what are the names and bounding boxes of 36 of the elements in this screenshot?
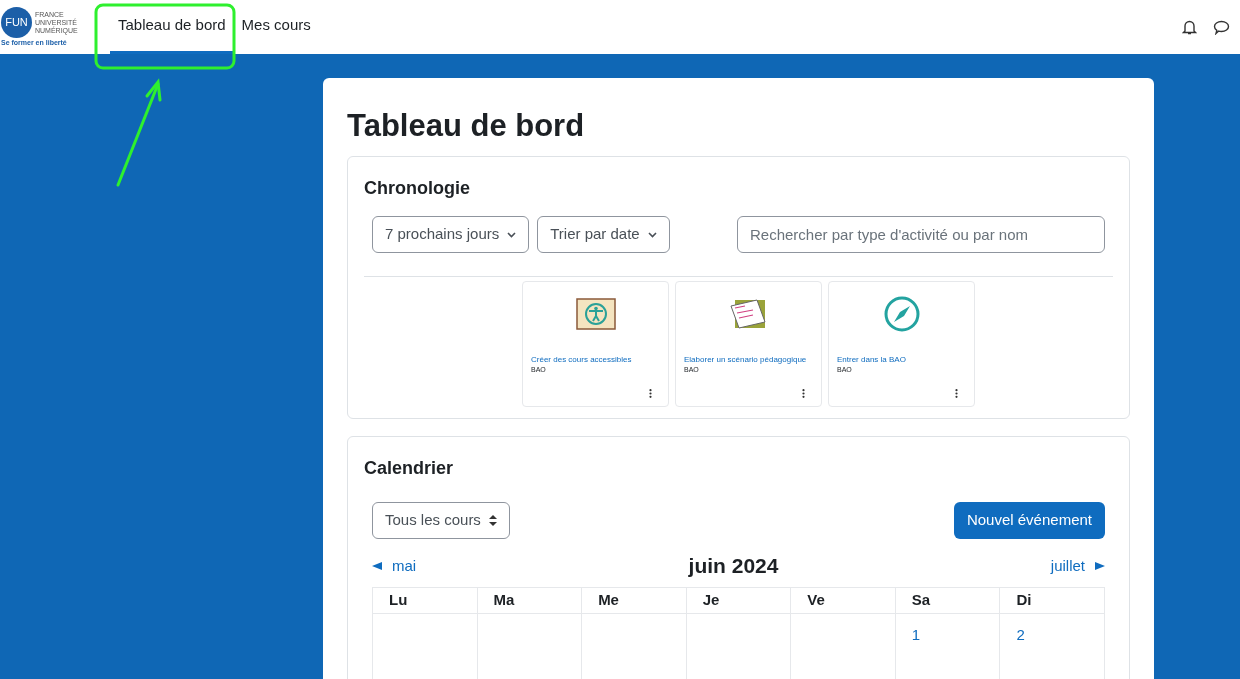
course-link[interactable]: Elaborer un scénario pédagogique — [684, 354, 813, 365]
more-options-icon[interactable] — [649, 389, 652, 398]
section-title: Chronologie — [364, 177, 471, 200]
more-options-icon[interactable] — [955, 389, 958, 398]
course-link[interactable]: Créer des cours accessibles — [531, 354, 660, 365]
section-title: Calendrier — [364, 457, 455, 480]
left-triangle-icon — [372, 562, 382, 570]
search-field[interactable]: Rechercher par type d'activité ou par nom — [737, 216, 1105, 253]
month-title: juin 2024 — [688, 553, 779, 580]
course-filter-select[interactable]: Tous les cours — [372, 502, 510, 539]
nav-tab[interactable]: Tableau de bord — [110, 0, 234, 54]
weekday-header: Ve — [790, 587, 896, 614]
previous-month-link[interactable]: mai — [372, 554, 417, 578]
compass-icon — [882, 295, 921, 333]
weekday-header: Ma — [477, 587, 582, 614]
next-month-link[interactable]: juillet — [1050, 554, 1105, 578]
more-options-icon[interactable] — [802, 389, 805, 398]
course-link[interactable]: Entrer dans la BAO — [837, 354, 966, 365]
weekday-header: Sa — [895, 587, 1000, 614]
accessibility-icon — [574, 296, 617, 332]
weekday-header: Je — [686, 587, 791, 614]
sort-arrows-icon — [488, 515, 497, 526]
notification-bell-icon[interactable] — [1182, 19, 1197, 35]
chevron-down-icon — [647, 231, 657, 238]
weekday-header: Di — [999, 587, 1105, 614]
chevron-down-icon — [507, 231, 517, 238]
weekday-header: Lu — [372, 587, 478, 614]
logo-mark[interactable]: FUN — [1, 7, 32, 38]
filter-dropdown[interactable]: Trier par date — [537, 216, 670, 253]
nav-tab[interactable]: Mes cours — [233, 0, 319, 54]
new-event-button[interactable]: Nouvel événement — [953, 502, 1105, 539]
message-bubble-icon[interactable] — [1213, 19, 1230, 35]
weekday-header: Me — [581, 587, 687, 614]
right-triangle-icon — [1095, 562, 1105, 570]
filter-dropdown[interactable]: 7 prochains jours — [372, 216, 530, 253]
page-title: Tableau de bord — [347, 107, 586, 145]
